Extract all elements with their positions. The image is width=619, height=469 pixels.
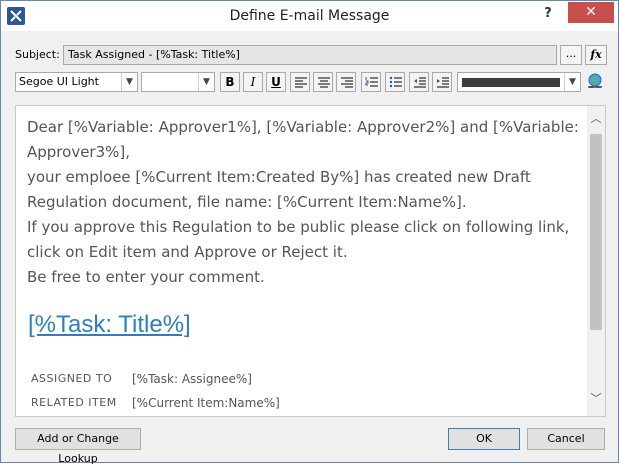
meta-value: [%Task: Assignee%] [132, 372, 252, 386]
underline-button[interactable]: U [266, 72, 286, 92]
body-line: Be free to enter your comment. [27, 268, 265, 286]
meta-key: ASSIGNED TO [31, 372, 113, 385]
outdent-button[interactable] [409, 72, 429, 92]
scroll-up-icon[interactable]: ︿ [587, 110, 605, 128]
title-bar: Define E-mail Message ? ✕ [1, 1, 618, 31]
text-color-select[interactable]: ▼ [457, 72, 581, 92]
help-button[interactable]: ? [536, 5, 560, 25]
bullet-list-button[interactable] [385, 72, 405, 92]
dialog-title: Define E-mail Message [229, 8, 390, 24]
subject-input[interactable]: Task Assigned - [%Task: Title%] [63, 45, 557, 65]
subject-browse-button[interactable]: ... [560, 45, 582, 65]
body-line: your emploee [%Current Item:Created By%]… [27, 168, 531, 211]
body-line: If you approve this Regulation to be pub… [27, 218, 570, 261]
align-left-button[interactable] [290, 72, 310, 92]
align-right-button[interactable] [336, 72, 356, 92]
scroll-down-icon[interactable]: ﹀ [587, 390, 605, 408]
indent-button[interactable] [432, 72, 452, 92]
outdent-icon [414, 77, 426, 88]
align-center-icon [318, 77, 330, 88]
add-change-lookup-button[interactable]: Add or Change Lookup [15, 428, 141, 465]
chevron-down-icon: ▼ [564, 73, 580, 91]
scroll-thumb[interactable] [590, 134, 602, 330]
message-body-editor[interactable]: Dear [%Variable: Approver1%], [%Variable… [15, 105, 606, 417]
align-center-button[interactable] [313, 72, 333, 92]
meta-value: [%Current Item:Name%] [132, 396, 280, 410]
bullet-list-icon [389, 76, 402, 88]
insert-link-button[interactable] [585, 72, 605, 92]
cancel-button[interactable]: Cancel [527, 428, 605, 450]
ok-button[interactable]: OK [448, 428, 520, 450]
chevron-down-icon: ▼ [121, 73, 137, 91]
task-title-link[interactable]: [%Task: Title%] [28, 311, 191, 339]
body-line: Dear [%Variable: Approver1%], [%Variable… [27, 118, 579, 161]
dialog-window: Define E-mail Message ? ✕ Subject: Task … [0, 0, 619, 465]
close-button[interactable]: ✕ [568, 2, 614, 23]
meta-key: RELATED ITEM [31, 396, 117, 409]
numbered-list-icon [365, 77, 378, 87]
font-family-select[interactable]: Segoe UI Light ▼ [15, 72, 138, 92]
font-size-select[interactable]: ▼ [141, 72, 215, 92]
indent-icon [437, 77, 449, 88]
align-left-icon [295, 77, 307, 88]
italic-button[interactable]: I [243, 72, 263, 92]
message-body-text: Dear [%Variable: Approver1%], [%Variable… [27, 115, 585, 290]
chevron-down-icon: ▼ [198, 73, 214, 91]
globe-link-icon [588, 73, 602, 88]
bold-button[interactable]: B [220, 72, 240, 92]
align-right-icon [341, 77, 353, 88]
subject-label: Subject: [15, 48, 60, 61]
editor-scrollbar[interactable]: ︿ ﹀ [587, 106, 605, 416]
font-family-value: Segoe UI Light [19, 75, 99, 88]
formula-button[interactable]: fx [585, 45, 607, 65]
text-color-swatch [462, 78, 560, 87]
numbered-list-button[interactable] [361, 72, 381, 92]
